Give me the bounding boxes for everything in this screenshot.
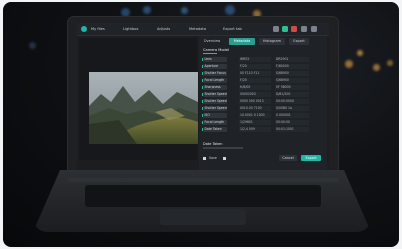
bokeh-light (29, 42, 36, 49)
app-toolbar: My files Lightbox Adjusts Metadata Expor… (77, 23, 329, 36)
section-underline (203, 53, 217, 54)
row-value[interactable]: WR03 (239, 56, 271, 62)
row-value[interactable]: H/8/00 (239, 84, 271, 90)
row-value[interactable]: 0010.00 7100 (239, 105, 271, 111)
row-value[interactable]: 00:01:1001 (275, 126, 309, 132)
bokeh-light (357, 50, 363, 56)
footer-title: Date Taken (203, 142, 223, 146)
row-value[interactable]: 0000 000 0013 (239, 98, 271, 104)
row-label: ISO (203, 112, 227, 118)
menu-my-files[interactable]: My files (91, 26, 105, 33)
row-label: Shutter Speed (203, 105, 227, 111)
landscape-photo (89, 72, 198, 144)
laptop-trackpad (160, 209, 246, 225)
search-icon[interactable] (273, 26, 279, 32)
row-value[interactable]: 00:00:0000 (275, 98, 309, 104)
app-logo-icon[interactable] (81, 26, 87, 32)
row-label: Shutter Focus (203, 70, 227, 76)
info-icon[interactable] (223, 157, 226, 160)
row-value[interactable]: 0F 98000 (275, 84, 309, 90)
table-row: Focal Length F/20 S/68900 (202, 77, 321, 84)
table-row: Shutter Speed 0010.00 7100 0/00B0 1a (202, 105, 321, 112)
save-label: Save (209, 156, 217, 160)
laptop-hinge (67, 178, 339, 182)
row-value[interactable]: F/80000 (275, 63, 309, 69)
row-value[interactable]: 00002003 (239, 91, 271, 97)
row-label: Date Taken (203, 126, 227, 132)
bokeh-light (225, 5, 235, 15)
notification-icon[interactable] (291, 26, 297, 32)
table-row: Sharpness H/8/00 0F 98000 (202, 84, 321, 91)
row-value[interactable]: 00:00:00 (275, 119, 309, 125)
laptop-screen: My files Lightbox Adjusts Metadata Expor… (77, 23, 329, 170)
row-value[interactable]: F/20 (239, 63, 271, 69)
scroll-bar[interactable] (203, 147, 243, 149)
photo-background: My files Lightbox Adjusts Metadata Expor… (3, 2, 399, 247)
tab-histogram[interactable]: Histogram (259, 38, 285, 45)
menu-export-tab[interactable]: Export tab (223, 26, 242, 33)
row-value[interactable]: 00 F110 F11 (239, 70, 271, 76)
menu-lightbox[interactable]: Lightbox (123, 26, 138, 33)
table-row: Shutter Focus 00 F110 F11 S/68900 (202, 70, 321, 77)
table-row: Shutter Speed 0000 000 0013 00:00:0000 (202, 98, 321, 105)
row-value[interactable]: 1/29601 (239, 119, 271, 125)
table-row: Aperture F/20 F/80000 (202, 63, 321, 70)
tab-export[interactable]: Export (289, 38, 309, 45)
bell-icon[interactable] (282, 26, 288, 32)
table-row: Date Taken 1/2,4 009 00:01:1001 (202, 126, 321, 133)
row-value[interactable]: D/81/200 (275, 91, 309, 97)
row-label: Focal Length (203, 77, 227, 83)
table-row: ISO 10.0001 0 1000 0.000001 (202, 112, 321, 119)
row-value[interactable]: 10.0001 0 1000 (239, 112, 271, 118)
bokeh-light (387, 60, 393, 66)
row-label: Lens (203, 56, 227, 62)
bokeh-light (373, 64, 380, 71)
metadata-panel: Overview Metadata Histogram Export Camer… (199, 36, 327, 170)
laptop-keyboard (85, 185, 321, 207)
row-value[interactable]: S/68900 (275, 77, 309, 83)
row-value[interactable]: 0/00B0 1a (275, 105, 309, 111)
row-label: Shutter Speed (203, 91, 227, 97)
table-row: Shutter Speed 00002003 D/81/200 (202, 91, 321, 98)
cancel-button[interactable]: Cancel (279, 155, 297, 161)
row-value[interactable]: 1/2,4 009 (239, 126, 271, 132)
tab-metadata[interactable]: Metadata (229, 38, 255, 45)
bokeh-light (143, 6, 151, 14)
row-label: Sharpness (203, 84, 227, 90)
row-value[interactable]: DR2901 (275, 56, 309, 62)
section-title: Camera Model (203, 48, 230, 52)
table-row: Lens WR03 DR2901 (202, 56, 321, 63)
row-value[interactable]: S/68900 (275, 70, 309, 76)
export-button[interactable]: Export (301, 155, 321, 161)
row-value[interactable]: F/20 (239, 77, 271, 83)
menu-adjusts[interactable]: Adjusts (157, 26, 170, 33)
tab-overview[interactable]: Overview (201, 38, 223, 45)
row-label: Focal Length (203, 119, 227, 125)
window-icon[interactable] (301, 26, 307, 32)
table-row: Focal Length 1/29601 00:00:00 (202, 119, 321, 126)
menu-metadata[interactable]: Metadata (189, 26, 206, 33)
row-label: Shutter Speed (203, 98, 227, 104)
save-checkbox[interactable] (203, 157, 206, 160)
row-value[interactable]: 0.000001 (275, 112, 309, 118)
row-label: Aperture (203, 63, 227, 69)
close-icon[interactable] (311, 26, 317, 32)
bokeh-light (345, 60, 353, 68)
bokeh-light (181, 7, 188, 14)
